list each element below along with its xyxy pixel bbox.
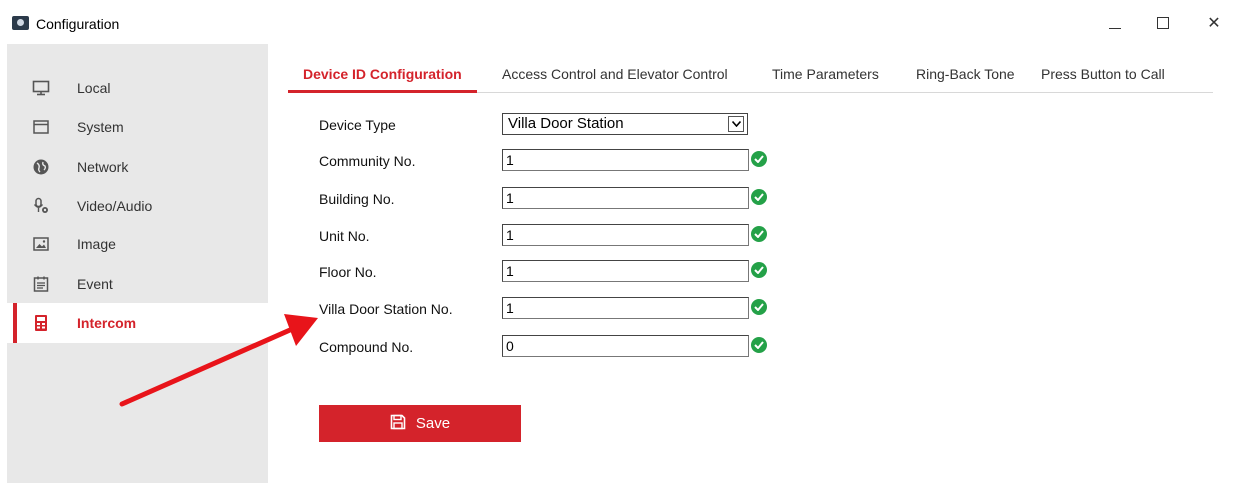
sidebar-item-label: Intercom xyxy=(77,315,137,331)
community-no-input[interactable] xyxy=(502,149,749,171)
community-no-label: Community No. xyxy=(319,153,416,169)
sidebar-item-image[interactable]: Image xyxy=(7,224,268,264)
unit-no-label: Unit No. xyxy=(319,228,370,244)
sidebar: Local System Network Video/Audio Image E… xyxy=(7,44,268,483)
floor-no-row: Floor No. xyxy=(319,260,799,286)
compound-no-row: Compound No. xyxy=(319,335,799,361)
check-circle-icon xyxy=(751,151,767,167)
chevron-down-icon xyxy=(728,116,744,132)
device-type-select[interactable]: Villa Door Station xyxy=(502,113,748,135)
sidebar-item-label: Image xyxy=(77,236,116,252)
window-title: Configuration xyxy=(36,16,120,32)
sidebar-item-network[interactable]: Network xyxy=(7,147,268,187)
tab-access-control[interactable]: Access Control and Elevator Control xyxy=(502,56,728,92)
monitor-icon xyxy=(31,78,51,98)
building-no-input[interactable] xyxy=(502,187,749,209)
sidebar-item-local[interactable]: Local xyxy=(7,68,268,108)
tab-time-parameters[interactable]: Time Parameters xyxy=(772,56,879,92)
unit-no-row: Unit No. xyxy=(319,224,799,250)
sidebar-item-intercom[interactable]: Intercom xyxy=(7,303,268,343)
minimize-button[interactable] xyxy=(1097,8,1133,38)
unit-no-input[interactable] xyxy=(502,224,749,246)
close-button[interactable]: ✕ xyxy=(1196,8,1232,38)
app-icon xyxy=(12,16,29,30)
sidebar-item-system[interactable]: System xyxy=(7,107,268,147)
microphone-icon xyxy=(31,196,51,216)
villa-door-station-no-row: Villa Door Station No. xyxy=(319,297,799,323)
sidebar-item-label: System xyxy=(77,119,124,135)
intercom-icon xyxy=(31,313,51,333)
sidebar-item-label: Event xyxy=(77,276,113,292)
save-button[interactable]: Save xyxy=(319,405,521,442)
compound-no-label: Compound No. xyxy=(319,339,414,355)
sidebar-item-label: Local xyxy=(77,80,111,96)
community-no-row: Community No. xyxy=(319,149,799,175)
tab-bar: Device ID Configuration Access Control a… xyxy=(288,56,1213,93)
close-icon: ✕ xyxy=(1207,15,1221,32)
maximize-icon xyxy=(1157,17,1169,29)
floor-no-label: Floor No. xyxy=(319,264,377,280)
sidebar-item-event[interactable]: Event xyxy=(7,264,268,304)
check-circle-icon xyxy=(751,189,767,205)
maximize-button[interactable] xyxy=(1145,8,1181,38)
calendar-icon xyxy=(31,274,51,294)
check-circle-icon xyxy=(751,337,767,353)
minimize-icon xyxy=(1109,27,1121,29)
check-circle-icon xyxy=(751,262,767,278)
sidebar-item-label: Network xyxy=(77,159,129,175)
villa-door-station-no-input[interactable] xyxy=(502,297,749,319)
check-circle-icon xyxy=(751,226,767,242)
check-circle-icon xyxy=(751,299,767,315)
building-no-row: Building No. xyxy=(319,187,799,213)
sidebar-item-video-audio[interactable]: Video/Audio xyxy=(7,186,268,226)
window-icon xyxy=(31,117,51,137)
tab-device-id-configuration[interactable]: Device ID Configuration xyxy=(288,56,477,93)
title-bar: Configuration ✕ xyxy=(0,0,1242,44)
save-label: Save xyxy=(415,415,451,432)
floor-no-input[interactable] xyxy=(502,260,749,282)
tab-ring-back-tone[interactable]: Ring-Back Tone xyxy=(916,56,1015,92)
tab-press-button-to-call[interactable]: Press Button to Call xyxy=(1041,56,1165,92)
villa-door-station-no-label: Villa Door Station No. xyxy=(319,301,453,317)
device-type-label: Device Type xyxy=(319,117,396,133)
image-icon xyxy=(31,234,51,254)
save-icon xyxy=(390,414,406,434)
building-no-label: Building No. xyxy=(319,191,395,207)
globe-icon xyxy=(31,157,51,177)
device-type-row: Device Type Villa Door Station xyxy=(319,113,799,139)
device-type-value: Villa Door Station xyxy=(508,115,624,132)
sidebar-item-label: Video/Audio xyxy=(77,198,153,214)
compound-no-input[interactable] xyxy=(502,335,749,357)
